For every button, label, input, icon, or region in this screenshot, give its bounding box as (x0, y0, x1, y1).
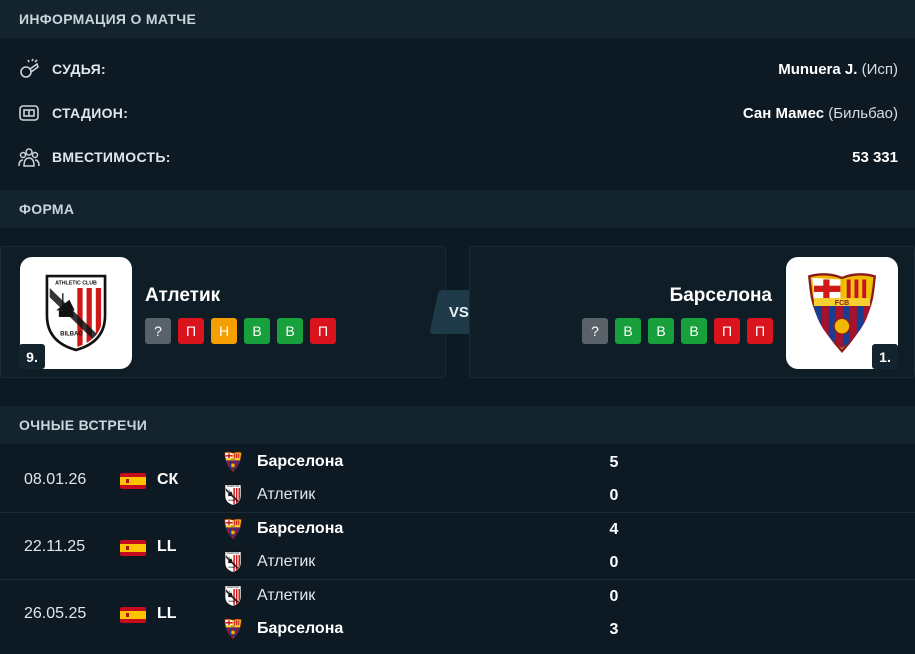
form-result: ? (145, 318, 171, 344)
referee-row: СУДЬЯ: Munuera J. (Исп) (0, 49, 915, 89)
team-score: 0 (609, 588, 619, 605)
fc-barcelona-logo (222, 618, 244, 640)
referee-value: Munuera J. (Исп) (778, 60, 898, 78)
form-result: П (178, 318, 204, 344)
team-score: 3 (609, 621, 619, 638)
stadium-row: СТАДИОН: Сан Мамес (Бильбао) (0, 93, 915, 133)
athletic-club-logo (222, 585, 244, 607)
competition: СК (157, 471, 179, 488)
away-team-rank: 1. (872, 344, 898, 369)
form-result: ? (582, 318, 608, 344)
h2h-header: ОЧНЫЕ ВСТРЕЧИ (0, 406, 915, 444)
spain-flag (120, 473, 146, 489)
whistle-icon (18, 58, 40, 80)
athletic-club-logo (222, 484, 244, 506)
capacity-value: 53 331 (852, 148, 898, 166)
form-result: В (681, 318, 707, 344)
team-score: 0 (609, 554, 619, 571)
athletic-club-logo (222, 551, 244, 573)
capacity-label: ВМЕСТИМОСТЬ: (52, 149, 171, 165)
form-result: В (648, 318, 674, 344)
team-name: Барселона (257, 520, 344, 537)
spain-flag (120, 607, 146, 623)
home-team-form: ? П Н В В П (145, 318, 336, 344)
h2h-match[interactable]: 22.11.25 LL Барселона 4 Атлетик 0 (0, 514, 915, 580)
h2h-match[interactable]: 08.01.26 СК Барселона 5 Атлетик 0 (0, 447, 915, 513)
capacity-row: ВМЕСТИМОСТЬ: 53 331 (0, 137, 915, 177)
away-team-form: ? В В В П П (582, 318, 773, 344)
team-name: Барселона (257, 620, 344, 637)
h2h-team-row: Барселона (222, 451, 343, 473)
h2h-match[interactable]: 26.05.25 LL Атлетик 0 Барселона 3 (0, 581, 915, 647)
away-team-name: Барселона (669, 285, 772, 306)
team-name: Барселона (257, 453, 344, 470)
form-result: В (244, 318, 270, 344)
stadium-label: СТАДИОН: (52, 105, 129, 121)
match-date: 26.05.25 (24, 605, 87, 622)
team-name: Атлетик (257, 587, 316, 604)
h2h-team-row: Барселона (222, 518, 343, 540)
stadium-icon (18, 102, 40, 124)
team-score: 5 (609, 454, 619, 471)
team-name: Атлетик (257, 553, 316, 570)
away-team-card[interactable]: Барселона ? В В В П П 1. (469, 246, 915, 378)
stadium-value: Сан Мамес (Бильбао) (742, 104, 898, 122)
h2h-team-row: Атлетик (222, 585, 315, 607)
team-name: Атлетик (257, 486, 316, 503)
form-result: В (615, 318, 641, 344)
crowd-icon (18, 146, 40, 168)
team-score: 0 (609, 487, 619, 504)
fc-barcelona-logo (222, 518, 244, 540)
fc-barcelona-logo (222, 451, 244, 473)
form-result: В (277, 318, 303, 344)
form-header: ФОРМА (0, 190, 915, 228)
h2h-team-row: Барселона (222, 618, 343, 640)
home-team-rank: 9. (19, 344, 45, 369)
competition: LL (157, 605, 177, 622)
competition: LL (157, 538, 177, 555)
spain-flag (120, 540, 146, 556)
match-date: 22.11.25 (24, 538, 86, 555)
form-result: П (747, 318, 773, 344)
form-result: П (714, 318, 740, 344)
match-info-header: ИНФОРМАЦИЯ О МАТЧЕ (0, 0, 915, 38)
home-team-name: Атлетик (145, 285, 221, 306)
match-date: 08.01.26 (24, 471, 87, 488)
form-result: Н (211, 318, 237, 344)
h2h-team-row: Атлетик (222, 484, 315, 506)
referee-label: СУДЬЯ: (52, 61, 106, 77)
form-result: П (310, 318, 336, 344)
team-score: 4 (609, 521, 619, 538)
home-team-card[interactable]: 9. Атлетик ? П Н В В П (0, 246, 446, 378)
h2h-team-row: Атлетик (222, 551, 315, 573)
